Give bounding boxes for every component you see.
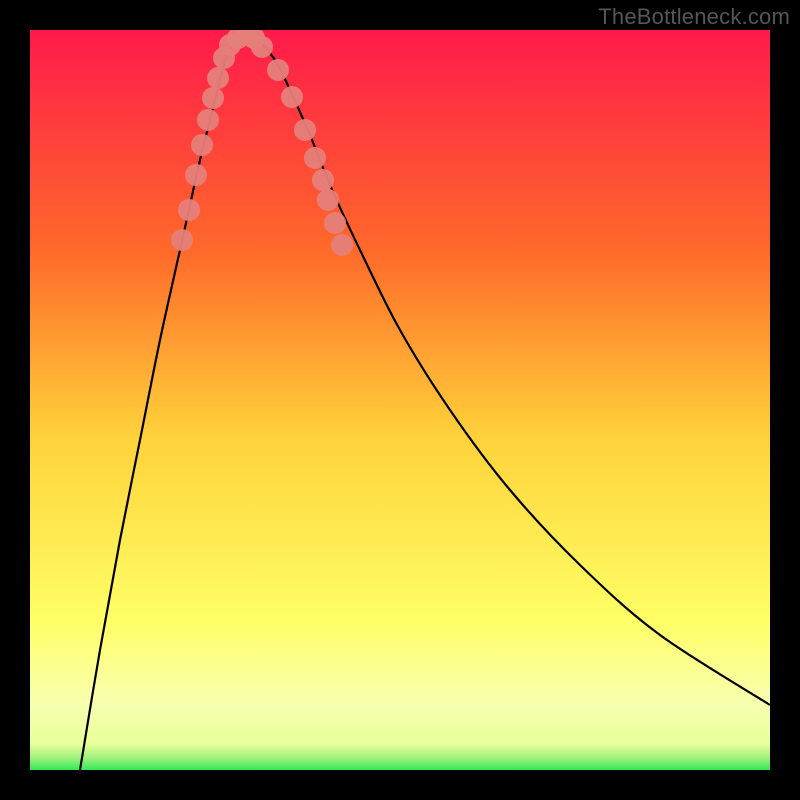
data-dot bbox=[331, 234, 353, 256]
data-dot bbox=[281, 86, 303, 108]
data-dot bbox=[185, 164, 207, 186]
data-dot bbox=[312, 169, 334, 191]
data-dot bbox=[267, 59, 289, 81]
data-dot bbox=[207, 67, 229, 89]
chart-svg bbox=[30, 30, 770, 770]
data-dot bbox=[202, 87, 224, 109]
data-dot bbox=[171, 229, 193, 251]
outer-frame: TheBottleneck.com bbox=[0, 0, 800, 800]
data-dot bbox=[191, 134, 213, 156]
data-dot bbox=[197, 109, 219, 131]
gradient-background bbox=[30, 30, 770, 770]
plot-area bbox=[30, 30, 770, 770]
data-dot bbox=[304, 147, 326, 169]
watermark-text: TheBottleneck.com bbox=[598, 4, 790, 30]
data-dot bbox=[317, 189, 339, 211]
data-dot bbox=[178, 199, 200, 221]
data-dot bbox=[294, 119, 316, 141]
data-dot bbox=[324, 212, 346, 234]
data-dot bbox=[251, 36, 273, 58]
